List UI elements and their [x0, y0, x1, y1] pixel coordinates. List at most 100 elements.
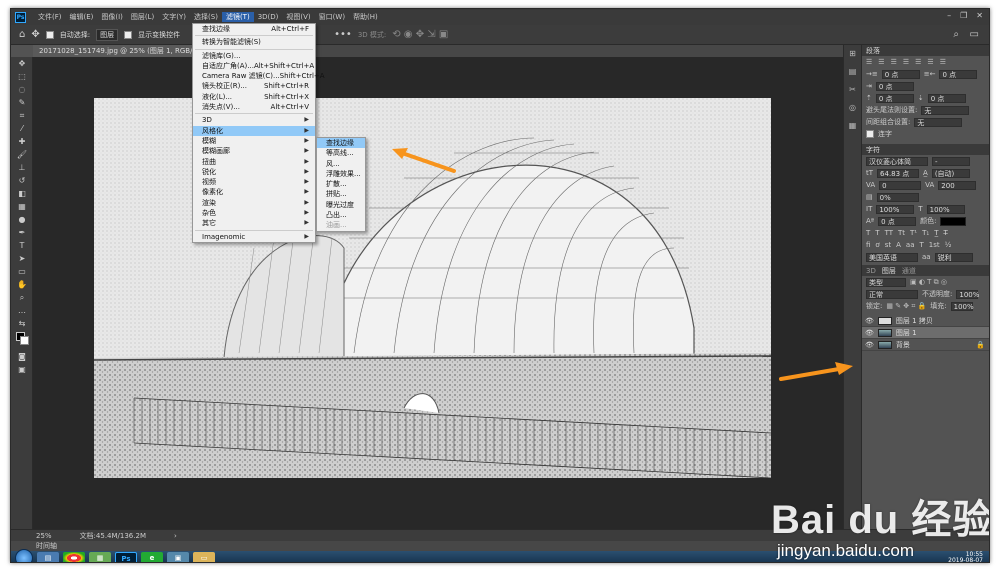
- menu-edit[interactable]: 编辑(E): [66, 12, 98, 22]
- tab-3d[interactable]: 3D: [866, 267, 876, 275]
- auto-select-dropdown[interactable]: 图层: [96, 28, 119, 41]
- type-tool-icon[interactable]: T: [11, 239, 33, 252]
- menu-item-sharpen[interactable]: 锐化 ▶: [193, 167, 315, 177]
- justify-all-icon[interactable]: ☰: [940, 58, 946, 66]
- anti-alias-select[interactable]: 锐利: [934, 252, 973, 262]
- chrome-icon[interactable]: [63, 551, 85, 562]
- properties-icon[interactable]: ▤: [844, 63, 861, 81]
- history-brush-icon[interactable]: ↺: [11, 174, 33, 187]
- align-center-icon[interactable]: ☰: [878, 58, 884, 66]
- menu-item-blur[interactable]: 模糊 ▶: [193, 136, 315, 146]
- timeline-label[interactable]: 时间轴: [36, 542, 57, 550]
- tsume-field[interactable]: 0%: [876, 192, 919, 202]
- color-swatches-icon[interactable]: [11, 330, 33, 350]
- submenu-tiles[interactable]: 拼贴...: [317, 189, 365, 199]
- swap-colors-icon[interactable]: ⇆: [11, 317, 33, 330]
- shape-tool-icon[interactable]: ▭: [11, 265, 33, 278]
- eyedropper-icon[interactable]: ⁄: [11, 122, 33, 135]
- underline-icon[interactable]: T̲: [934, 229, 938, 237]
- submenu-extrude[interactable]: 凸出...: [317, 210, 365, 220]
- layer-row[interactable]: 👁 背景 🔒: [862, 339, 989, 351]
- menu-image[interactable]: 图像(I): [97, 12, 127, 22]
- menu-item-vanishing-point[interactable]: 消失点(V)... Alt+Ctrl+V: [193, 102, 315, 112]
- tab-channels[interactable]: 通道: [902, 266, 916, 276]
- submenu-solarize[interactable]: 曝光过度: [317, 200, 365, 210]
- menu-select[interactable]: 选择(S): [190, 12, 222, 22]
- menu-file[interactable]: 文件(F): [34, 12, 66, 22]
- folder-icon[interactable]: ▭: [193, 551, 215, 562]
- menu-item-lens-correction[interactable]: 镜头校正(R)... Shift+Ctrl+R: [193, 81, 315, 91]
- menu-item-render[interactable]: 渲染 ▶: [193, 198, 315, 208]
- status-expand-icon[interactable]: ›: [174, 532, 177, 540]
- quick-select-icon[interactable]: ✎: [11, 96, 33, 109]
- zoom-level[interactable]: 25%: [36, 532, 52, 540]
- minimize-icon[interactable]: –: [947, 11, 951, 20]
- healing-brush-icon[interactable]: ✚: [11, 135, 33, 148]
- menu-layer[interactable]: 图层(L): [127, 12, 158, 22]
- align-right-icon[interactable]: ☰: [891, 58, 897, 66]
- paragraph-panel-title[interactable]: 段落: [866, 46, 880, 56]
- justify-center-icon[interactable]: ☰: [915, 58, 921, 66]
- system-clock[interactable]: 10:55 2019-08-07: [948, 552, 983, 563]
- menu-window[interactable]: 窗口(W): [315, 12, 349, 22]
- faux-italic-icon[interactable]: T: [875, 229, 879, 237]
- explorer-icon[interactable]: ▤: [37, 551, 59, 562]
- blend-mode-select[interactable]: 正常: [866, 289, 918, 299]
- zoom-tool-icon[interactable]: ⌕: [11, 291, 33, 304]
- menu-item-3d[interactable]: 3D ▶: [193, 115, 315, 125]
- titling-icon[interactable]: aa: [906, 241, 915, 249]
- faux-bold-icon[interactable]: T: [866, 229, 870, 237]
- text-color-swatch[interactable]: [940, 216, 967, 226]
- pen-tool-icon[interactable]: ✒: [11, 226, 33, 239]
- more-tools-icon[interactable]: …: [11, 304, 33, 317]
- stamp-tool-icon[interactable]: ⊥: [11, 161, 33, 174]
- subscript-icon[interactable]: T₁: [922, 229, 929, 237]
- vertical-scale-field[interactable]: 100%: [876, 204, 915, 214]
- minecraft-icon[interactable]: ▦: [89, 551, 111, 562]
- menu-item-noise[interactable]: 杂色 ▶: [193, 208, 315, 218]
- indent-left-field[interactable]: 0 点: [881, 69, 920, 79]
- search-icon[interactable]: ⌕: [953, 29, 959, 40]
- old-style-icon[interactable]: ơ: [875, 241, 879, 249]
- swatches-icon[interactable]: ▦: [844, 117, 861, 135]
- space-after-field[interactable]: 0 点: [927, 93, 966, 103]
- menu-item-filter-gallery[interactable]: 滤镜库(G)...: [193, 51, 315, 61]
- submenu-emboss[interactable]: 浮雕效果...: [317, 169, 365, 179]
- justify-right-icon[interactable]: ☰: [927, 58, 933, 66]
- menu-filter[interactable]: 滤镜(T): [221, 12, 254, 22]
- hand-tool-icon[interactable]: ✋: [11, 278, 33, 291]
- alternate-icon[interactable]: A: [896, 241, 901, 249]
- quick-mask-icon[interactable]: ◙: [11, 350, 33, 363]
- opacity-field[interactable]: 100%: [956, 289, 979, 299]
- tab-layers[interactable]: 图层: [882, 266, 896, 276]
- menu-help[interactable]: 帮助(H): [349, 12, 382, 22]
- menu-item-liquify[interactable]: 液化(L)... Shift+Ctrl+X: [193, 92, 315, 102]
- menu-item-distort[interactable]: 扭曲 ▶: [193, 157, 315, 167]
- font-style-select[interactable]: -: [932, 156, 970, 166]
- brushes-icon[interactable]: ✂: [844, 81, 861, 99]
- path-select-icon[interactable]: ➤: [11, 252, 33, 265]
- menu-item-adaptive-wide-angle[interactable]: 自适应广角(A)... Alt+Shift+Ctrl+A: [193, 61, 315, 71]
- visibility-eye-icon[interactable]: 👁: [865, 341, 874, 349]
- horizontal-scale-field[interactable]: 100%: [926, 204, 965, 214]
- fill-field[interactable]: 100%: [950, 301, 974, 311]
- submenu-diffuse[interactable]: 扩散...: [317, 179, 365, 189]
- close-icon[interactable]: ✕: [976, 11, 983, 20]
- baseline-field[interactable]: 0 点: [878, 216, 917, 226]
- 3d-orbit-icon[interactable]: ⟲ ◉ ✥ ⇲ ▣: [392, 29, 448, 40]
- brush-tool-icon[interactable]: 🖌: [11, 148, 33, 161]
- gradient-tool-icon[interactable]: ▦: [11, 200, 33, 213]
- submenu-trace-contour[interactable]: 等高线...: [317, 148, 365, 158]
- menu-item-last-filter[interactable]: 查找边缘 Alt+Ctrl+F: [193, 24, 315, 34]
- menu-type[interactable]: 文字(Y): [158, 12, 190, 22]
- browser-icon[interactable]: e: [141, 551, 163, 562]
- move-tool-icon[interactable]: ✥: [31, 29, 39, 40]
- all-caps-icon[interactable]: TT: [885, 229, 893, 237]
- layer-filter-icons[interactable]: ▣ ◐ T ⧉ ◎: [910, 278, 947, 287]
- font-size-field[interactable]: 64.83 点: [877, 168, 920, 178]
- start-button-icon[interactable]: [15, 548, 33, 562]
- spacing-select[interactable]: 无: [914, 117, 963, 127]
- menu-3d[interactable]: 3D(D): [254, 13, 283, 21]
- menu-item-other[interactable]: 其它 ▶: [193, 218, 315, 228]
- small-caps-icon[interactable]: Tt: [898, 229, 905, 237]
